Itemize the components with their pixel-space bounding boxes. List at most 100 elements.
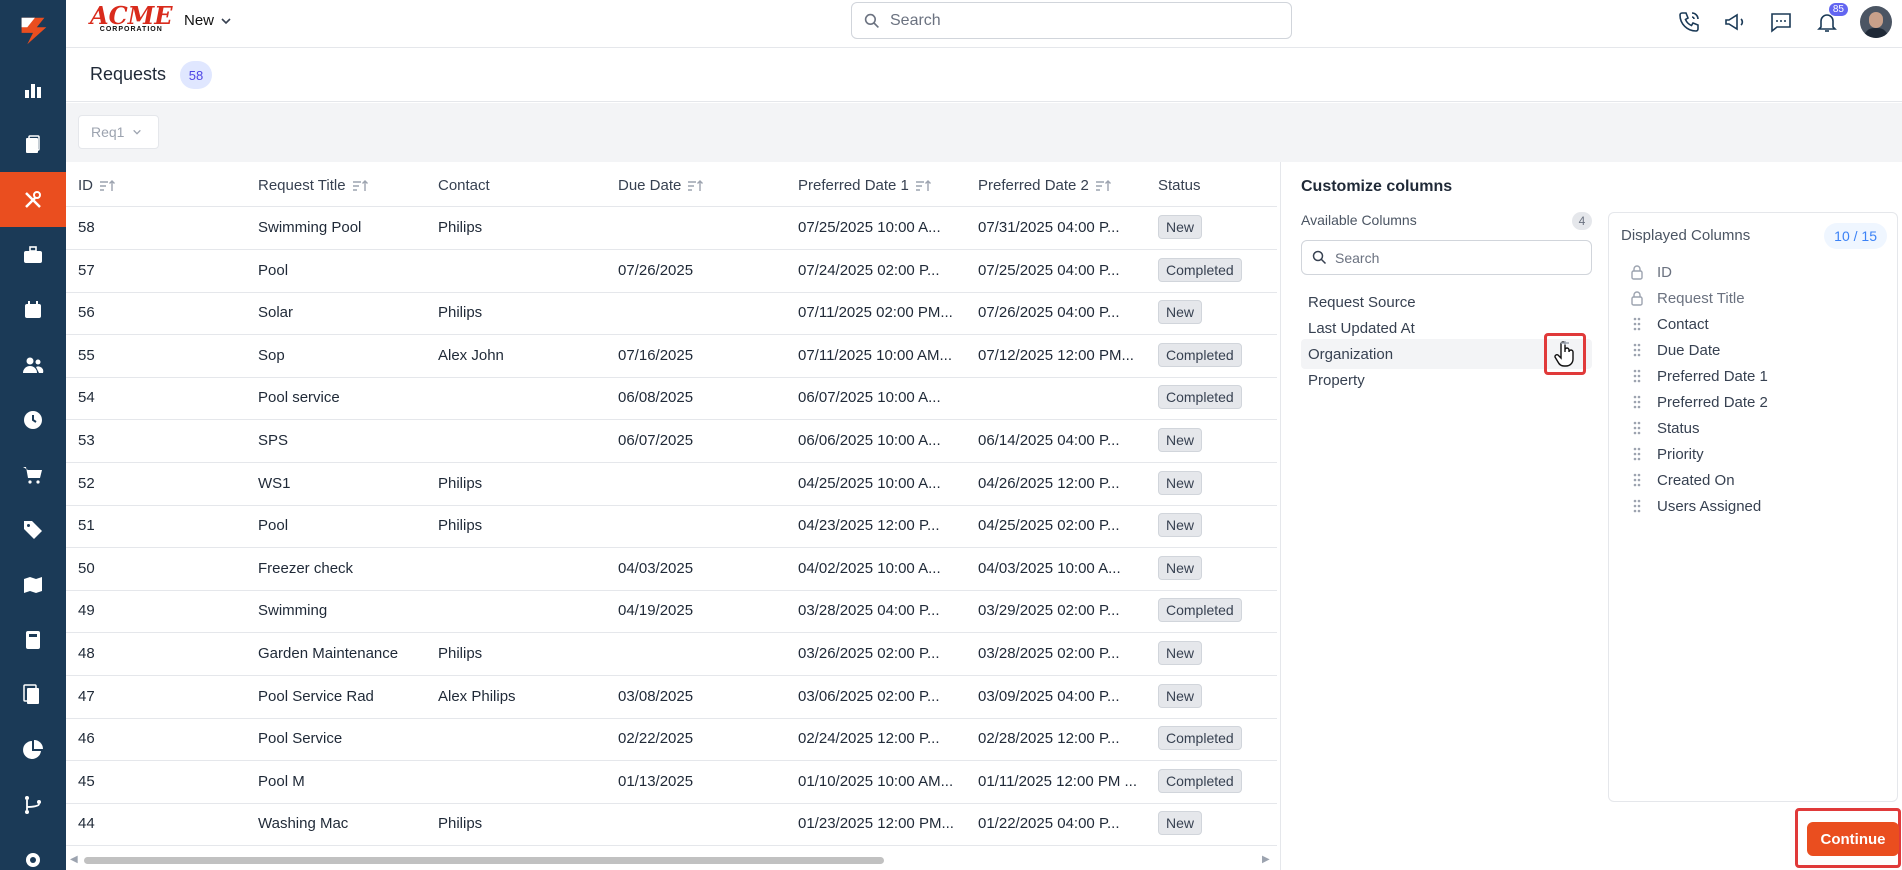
cell-request-title: Pool Service [258,730,343,748]
cell-preferred-date-1: 01/10/2025 10:00 AM... [798,772,954,790]
drag-handle-icon[interactable] [1629,368,1645,384]
cell-contact: Alex Philips [438,687,516,705]
cell-request-title: Pool [258,261,289,279]
sort-icon[interactable] [352,179,368,193]
scroll-left-icon[interactable]: ◀ [70,854,78,865]
table-row[interactable]: 55 Sop Alex John 07/16/2025 07/11/2025 10:00… [66,335,1277,378]
sidebar-item-briefcase[interactable] [0,227,66,282]
sidebar-item-tag[interactable] [0,502,66,557]
cell-due-date: 06/07/2025 [618,432,694,449]
displayed-column-item[interactable]: Users Assigned [1629,493,1761,519]
horizontal-scrollbar[interactable]: ◀ ▶ [66,852,1277,866]
available-columns-search-input[interactable] [1335,249,1575,266]
cell-contact: Philips [438,815,483,833]
megaphone-icon[interactable] [1722,9,1748,35]
user-avatar[interactable] [1860,6,1892,38]
available-column-item[interactable]: Property [1301,365,1592,395]
view-select[interactable]: Req1 [78,115,159,149]
displayed-column-label: Priority [1657,445,1704,463]
available-columns-search[interactable] [1301,240,1592,275]
table-row[interactable]: 53 SPS 06/07/2025 06/06/2025 10:00 A... 06/1… [66,420,1277,463]
table-row[interactable]: 44 Washing Mac Philips 01/23/2025 12:00 PM.… [66,803,1277,847]
continue-button[interactable]: Continue [1807,822,1899,856]
sidebar-item-bar-chart[interactable] [0,62,66,117]
cell-request-title: Sop [258,346,285,364]
column-header-label: ID [78,177,93,194]
column-header[interactable]: ID [78,177,115,194]
table-row[interactable]: 56 Solar Philips 07/11/2025 02:00 PM... 07/2… [66,292,1277,336]
sort-icon[interactable] [687,179,704,193]
sidebar-item-clipboard[interactable] [0,117,66,172]
workflow-icon [25,795,41,814]
cell-preferred-date-1: 03/28/2025 04:00 P... [798,602,940,620]
cell-request-title: Garden Maintenance [258,645,399,662]
drag-handle-icon[interactable] [1629,472,1645,488]
displayed-column-label: Request Title [1657,289,1745,307]
table-row[interactable]: 51 Pool Philips 04/23/2025 12:00 P... 04/25/… [66,505,1277,549]
sidebar-item-cart[interactable] [0,447,66,502]
scrollbar-thumb[interactable] [84,857,884,864]
cell-preferred-date-1: 03/06/2025 02:00 P... [798,687,940,705]
column-header[interactable]: Preferred Date 2 [978,177,1111,194]
status-badge: Completed [1158,257,1242,282]
table-row[interactable]: 54 Pool service 06/08/2025 06/07/2025 10:00… [66,377,1277,421]
drag-handle-icon[interactable] [1629,316,1645,332]
table-row[interactable]: 57 Pool 07/26/2025 07/24/2025 02:00 P... 07/… [66,250,1277,293]
sidebar-item-calculator[interactable] [0,612,66,667]
cell-preferred-date-2: 01/11/2025 12:00 PM ... [978,772,1138,790]
sidebar-item-tools[interactable] [0,172,66,227]
brand-logo[interactable]: ACME CORPORATION [90,4,173,34]
table-row[interactable]: 47 Pool Service Rad Alex Philips 03/08/2025… [66,676,1277,719]
new-menu-button[interactable]: New [184,12,232,29]
column-header[interactable]: Status [1158,177,1201,194]
column-header[interactable]: Contact [438,177,490,194]
sidebar-item-workflow[interactable] [0,777,66,832]
displayed-column-item[interactable]: Due Date [1629,337,1720,363]
drag-handle-icon[interactable] [1629,342,1645,358]
column-header[interactable]: Preferred Date 1 [798,177,931,194]
cell-id: 51 [78,517,95,535]
table-row[interactable]: 46 Pool Service 02/22/2025 02/24/2025 12:00… [66,718,1277,762]
phone-icon[interactable] [1676,9,1702,35]
sidebar-item-pie-chart[interactable] [0,722,66,777]
sidebar-item-map[interactable] [0,557,66,612]
sidebar-item-clock[interactable] [0,392,66,447]
displayed-columns-box: Displayed Columns 10 / 15 ID Request Titl… [1608,212,1898,802]
displayed-column-item[interactable]: Preferred Date 1 [1629,363,1768,389]
table-row[interactable]: 50 Freezer check 04/03/2025 04/02/2025 10:0… [66,548,1277,591]
table-row[interactable]: 48 Garden Maintenance Philips 03/26/2025 02… [66,633,1277,676]
displayed-column-item[interactable]: Preferred Date 2 [1629,389,1768,415]
table-row[interactable]: 58 Swimming Pool Philips 07/25/2025 10:00 A… [66,207,1277,250]
drag-handle-icon[interactable] [1629,498,1645,514]
sort-icon[interactable] [99,179,115,193]
displayed-column-item[interactable]: Priority [1629,441,1704,467]
global-search-input[interactable] [890,11,1250,30]
sidebar-item-documents[interactable] [0,667,66,722]
sidebar-item-settings[interactable] [0,832,66,870]
notification-bell-icon[interactable]: 85 [1814,3,1848,35]
chat-icon[interactable] [1768,9,1794,35]
sidebar-item-users[interactable] [0,337,66,392]
cell-preferred-date-2: 07/31/2025 04:00 P... [978,219,1120,236]
table-row[interactable]: 52 WS1 Philips 04/25/2025 10:00 A... 04/26/2… [66,463,1277,506]
filter-bar: Req1 [66,103,1902,162]
global-search[interactable] [851,2,1292,39]
tag-icon [24,520,42,539]
sort-icon[interactable] [915,179,931,193]
displayed-column-item[interactable]: Status [1629,415,1700,441]
table-row[interactable]: 49 Swimming 04/19/2025 03/28/2025 04:00 P..… [66,590,1277,634]
displayed-column-item[interactable]: Contact [1629,311,1709,337]
column-header[interactable]: Due Date [618,177,704,194]
displayed-column-item[interactable]: Created On [1629,467,1735,493]
sidebar-item-calendar[interactable] [0,282,66,337]
scroll-right-icon[interactable]: ▶ [1262,854,1270,865]
drag-handle-icon[interactable] [1629,394,1645,410]
drag-handle-icon[interactable] [1629,446,1645,462]
table-row[interactable]: 45 Pool M 01/13/2025 01/10/2025 10:00 AM...… [66,761,1277,804]
sort-icon[interactable] [1095,179,1111,193]
cell-id: 49 [78,602,95,620]
column-header[interactable]: Request Title [258,177,368,194]
cell-preferred-date-2: 04/26/2025 12:00 P... [978,474,1120,492]
drag-handle-icon[interactable] [1629,420,1645,436]
app-logo-icon[interactable] [0,0,66,62]
